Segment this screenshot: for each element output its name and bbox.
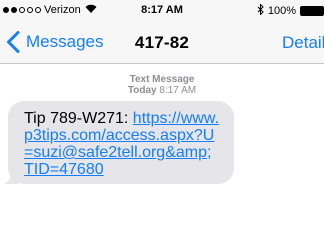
message-text: Tip 789-W271: (24, 110, 133, 127)
conversation-title: 417-82 (134, 33, 190, 52)
message-date: Today 8:17 AM (0, 85, 324, 96)
message-date-time: 8:17 AM (159, 85, 197, 96)
bluetooth-icon (257, 3, 264, 18)
battery-percent: 100% (267, 5, 296, 17)
status-right: 100% (257, 3, 324, 18)
message-timestamp-header: Text Message Today 8:17 AM (0, 74, 324, 96)
navigation-bar: Messages 417-82 Details (0, 20, 324, 64)
received-message-bubble: Tip 789-W271: https://www.p3tips.com/acc… (8, 101, 234, 184)
message-kind-label: Text Message (129, 74, 195, 85)
battery-icon (300, 6, 324, 16)
status-bar: Verizon 8:17 AM 100% (0, 0, 324, 20)
message-date-day: Today (127, 85, 157, 96)
details-button[interactable]: Details (282, 33, 324, 53)
